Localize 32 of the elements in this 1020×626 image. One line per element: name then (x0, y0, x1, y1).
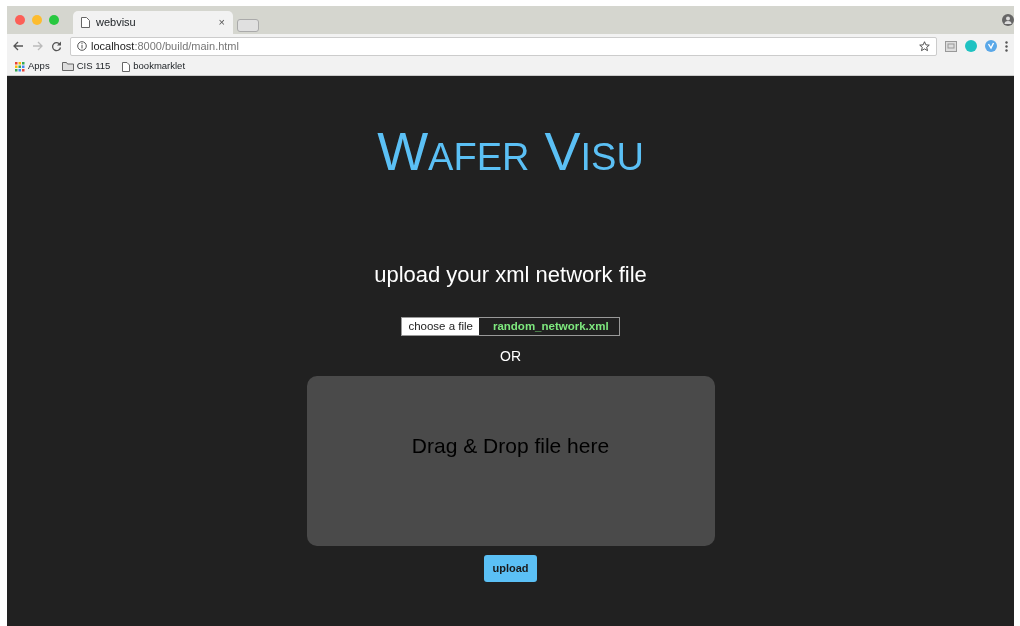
choose-file-button[interactable]: choose a file (402, 318, 479, 336)
file-name: random_network.xml (491, 319, 610, 334)
reload-icon[interactable] (51, 40, 62, 52)
close-window-button[interactable] (15, 15, 25, 25)
upload-heading: upload your xml network file (374, 261, 647, 289)
bookmark-label[interactable]: CIS 115 (76, 59, 111, 74)
menu-icon[interactable] (1005, 40, 1008, 52)
url-text: localhost:8000/build/main.html (91, 38, 239, 54)
bookmark-label[interactable]: Apps (28, 59, 50, 74)
info-icon (77, 41, 87, 51)
apps-icon (15, 61, 25, 72)
back-icon[interactable] (13, 41, 24, 51)
extension-icon[interactable] (985, 40, 997, 52)
forward-icon[interactable] (32, 41, 43, 51)
tab-title: webvisu (96, 15, 137, 31)
star-icon[interactable] (919, 40, 930, 52)
drop-zone-text: Drag & Drop file here (411, 433, 610, 459)
zoom-window-button[interactable] (49, 15, 59, 25)
profile-icon[interactable] (1002, 14, 1014, 26)
bookmark-label[interactable]: bookmarklet (133, 59, 186, 74)
folder-icon (61, 62, 74, 71)
page-icon (122, 61, 131, 72)
close-tab-button[interactable]: × (218, 14, 225, 31)
browser-tab[interactable]: webvisu × (73, 11, 233, 34)
app-title: Wafer Visu (377, 124, 644, 178)
page-icon (81, 17, 90, 28)
or-text: OR (500, 347, 521, 367)
upload-button[interactable]: upload (484, 555, 537, 582)
extension-icon[interactable] (945, 40, 957, 52)
new-tab-button[interactable] (237, 19, 259, 32)
address-bar[interactable]: localhost:8000/build/main.html (70, 36, 937, 56)
extension-icon[interactable] (965, 40, 977, 52)
